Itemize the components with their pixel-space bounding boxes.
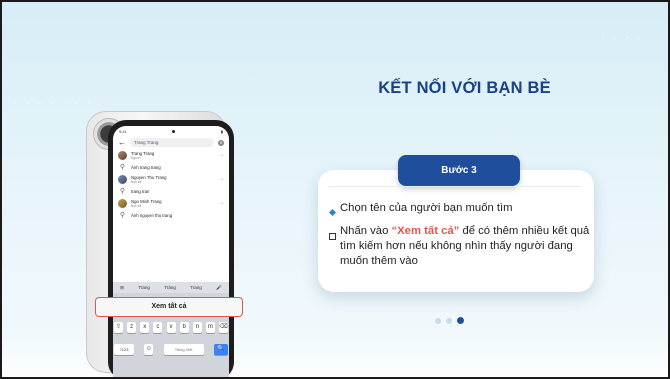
see-all-button[interactable]: Xem tất cả	[95, 297, 243, 317]
key[interactable]: c	[153, 322, 163, 333]
status-bar: 9:41 ▮	[113, 126, 229, 136]
result-name: Trang Trang	[131, 150, 155, 156]
keyboard-row: ⇧ z x c v b n m ⌫	[114, 322, 228, 333]
arrow-right-icon: →	[219, 152, 224, 158]
back-arrow-icon[interactable]: ←	[118, 138, 126, 147]
avatar	[118, 198, 127, 208]
result-item[interactable]: ⚲ trang tran	[113, 185, 229, 197]
arrow-right-icon: →	[219, 176, 224, 182]
divider	[328, 186, 581, 187]
key[interactable]: m	[205, 322, 215, 333]
phone-mockup: 9:41 ▮ ← Trang Trang ✕ Trang Trang Người…	[108, 120, 234, 377]
result-name: Ngo Minh Trang	[131, 198, 162, 204]
result-item[interactable]: ⚲ Ánh nguyen thu trang	[113, 209, 229, 221]
keyboard-suggestions: ⊞ Trang Tráng Trang 🎤	[113, 282, 229, 293]
instruction-text: Chọn tên của người bạn muốn tìm	[340, 202, 513, 214]
key[interactable]: z	[127, 322, 137, 333]
pagination-dot-active[interactable]	[457, 317, 464, 324]
keyboard-suggestion[interactable]: Tráng	[164, 285, 176, 290]
space-key[interactable]: Tiếng Việt	[163, 344, 204, 355]
search-key[interactable]: 🔍	[213, 344, 228, 355]
key[interactable]: v	[166, 322, 176, 333]
keyboard-suggestion[interactable]: Trang	[190, 285, 202, 290]
step-badge: Bước 3	[398, 155, 520, 186]
avatar	[118, 174, 127, 184]
keyboard-suggestion[interactable]: Trang	[138, 285, 150, 290]
shift-key[interactable]: ⇧	[114, 322, 123, 333]
instruction-highlight: “Xem tất cả”	[391, 225, 460, 237]
key[interactable]: n	[192, 322, 202, 333]
result-subtitle: Người	[131, 155, 141, 160]
result-item[interactable]: Trang Trang Người →	[113, 149, 229, 161]
result-item[interactable]: ⚲ Ánh trang trang	[113, 161, 229, 173]
decor-dots: · · · ·	[601, 32, 644, 43]
result-item[interactable]: Ngo Minh Trang Bạn bè →	[113, 197, 229, 209]
battery-icon: ▮	[220, 128, 223, 134]
instruction-item: Chọn tên của người bạn muốn tìm	[328, 201, 513, 216]
search-input[interactable]: Trang Trang	[130, 138, 214, 147]
search-icon: ⚲	[119, 164, 126, 171]
mode-key[interactable]: ?123	[114, 344, 134, 355]
search-row: ← Trang Trang ✕	[113, 136, 229, 149]
instruction-item: Nhấn vào “Xem tất cả” để có thêm nhiều k…	[328, 224, 590, 269]
result-name: Nguyen Thu Trang	[131, 174, 167, 180]
backspace-key[interactable]: ⌫	[219, 322, 228, 333]
phone-screen: 9:41 ▮ ← Trang Trang ✕ Trang Trang Người…	[113, 126, 229, 377]
decor-dots: · · · · · · ·	[14, 98, 93, 109]
result-subtitle: Bạn bè	[131, 203, 142, 208]
pagination	[435, 317, 464, 324]
result-name: Ánh trang trang	[131, 164, 161, 170]
emoji-icon[interactable]: ☺	[144, 344, 154, 355]
key[interactable]: b	[179, 322, 189, 333]
result-subtitle: Bạn bè	[131, 179, 142, 184]
pagination-dot[interactable]	[446, 317, 452, 324]
slide: · · · · · · · · · · · KẾT NỐI VỚI BẠN BÈ…	[0, 0, 670, 379]
search-icon: ⚲	[119, 188, 126, 195]
key[interactable]: x	[140, 322, 150, 333]
result-item[interactable]: Nguyen Thu Trang Bạn bè →	[113, 173, 229, 185]
search-icon: ⚲	[119, 212, 126, 219]
avatar	[118, 150, 127, 160]
keyboard-row: ?123 ☺ Tiếng Việt 🔍	[114, 344, 228, 355]
grid-icon[interactable]: ⊞	[120, 285, 124, 291]
result-name: trang tran	[131, 188, 150, 194]
pagination-dot[interactable]	[435, 317, 441, 324]
arrow-right-icon: →	[219, 200, 224, 206]
status-time: 9:41	[119, 128, 127, 134]
clear-search-icon[interactable]: ✕	[218, 139, 224, 146]
instruction-prefix: Nhấn vào	[340, 225, 392, 237]
camera-dot-icon	[172, 129, 176, 133]
result-name: Ánh nguyen thu trang	[131, 212, 173, 218]
slide-title: KẾT NỐI VỚI BẠN BÈ	[378, 79, 551, 97]
microphone-icon[interactable]: 🎤	[216, 285, 222, 291]
